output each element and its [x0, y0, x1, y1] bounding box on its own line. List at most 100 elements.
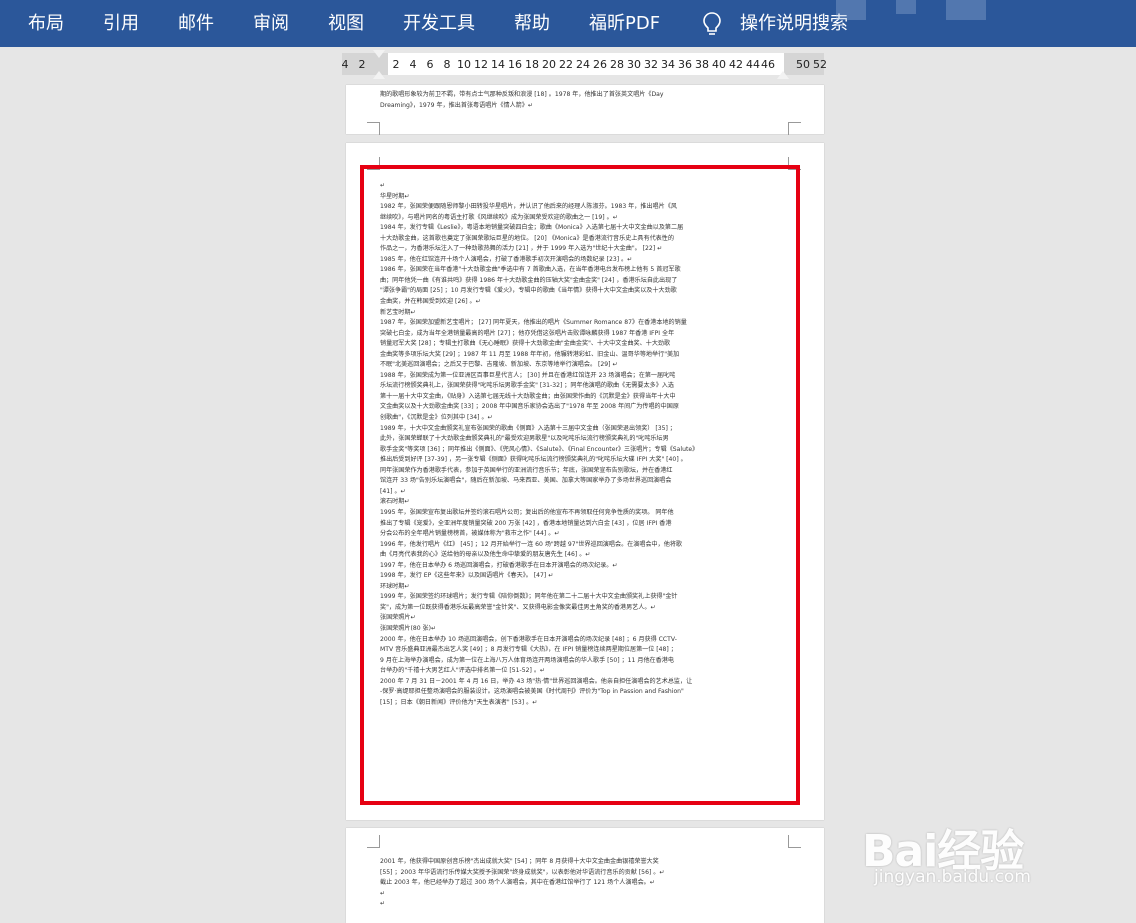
ribbon: 布局 引用 邮件 审阅 视图 开发工具 帮助 福昕PDF 操作说明搜索 [0, 0, 1136, 47]
ruler-tick-label: 4 [341, 58, 349, 71]
paragraph-line[interactable]: 1984 年，发行专辑《Leslie》，粤语本地销量突破四白金；歌曲《Monic… [380, 223, 792, 234]
baidu-jingyan-watermark: Bai经验 jingyan.baidu.com [862, 815, 1082, 900]
paragraph-line[interactable]: 截止 2003 年，他已经举办了超过 300 场个人演唱会，其中在香港红馆举行了… [380, 878, 792, 889]
paragraph-line[interactable]: -保罗·高缇耶担任整场演唱会的服装设计。这场演唱会被美国《时代周刊》评价为"To… [380, 687, 792, 698]
paragraph-line[interactable]: 2001 年，他获得中国原创音乐榜"杰出成就大奖" [54] ；同年 8 月获得… [380, 857, 792, 868]
paragraph-line[interactable]: 文金曲奖以及十大劲歌金曲奖 [33] ；2008 年中国音乐家协会选出了"197… [380, 402, 792, 413]
ribbon-tab[interactable]: 开发工具 [403, 0, 475, 47]
paragraph-line[interactable]: 分会公布的全年唱片销量榜榜首，被媒体称为"救市之作" [44] 。↵ [380, 529, 792, 540]
ruler-tick-label: 30 [627, 58, 641, 71]
ribbon-tab[interactable]: 审阅 [253, 0, 289, 47]
ruler-tick-label: 32 [644, 58, 658, 71]
ribbon-tab[interactable]: 引用 [103, 0, 139, 47]
paragraph-line[interactable]: [15] ；日本《朝日新闻》评价他为"天生表演者" [53] 。↵ [380, 698, 792, 709]
page-1-text[interactable]: 期的歌唱形象较为前卫不羁，带有点士气那种反叛和浪漫 [18] 。1978 年，他… [380, 90, 792, 111]
paragraph-line[interactable]: 第十一届十大中文金曲，《贴身》入选第七届无线十大劲歌金曲；由张国荣作曲的《沉默是… [380, 392, 792, 403]
paragraph-line[interactable]: 滚石时期↵ [380, 497, 792, 508]
paragraph-line[interactable]: 金曲奖等多项乐坛大奖 [29] ；1987 年 11 月至 1988 年年初，他… [380, 350, 792, 361]
ruler-tick-label: 24 [576, 58, 590, 71]
ruler-tick-label: 50 [796, 58, 810, 71]
ruler-tick-label: 14 [491, 58, 505, 71]
paragraph-line[interactable]: 继续吹》，与唱片同名的粤语主打歌《风继续吹》成为张国荣受欢迎的歌曲之一 [19]… [380, 213, 792, 224]
paragraph-line[interactable]: [55] ；2003 年华语流行乐传媒大奖授予张国荣"终身成就奖"，以表彰他对华… [380, 868, 792, 879]
paragraph-line[interactable]: 1988 年，张国荣成为第一位亚洲区百事巨星代言人； [30] 并且在香港红馆连… [380, 371, 792, 382]
ruler-tick-label: 22 [559, 58, 573, 71]
paragraph-line[interactable]: 1989 年，十大中文金曲颁奖礼宣布张国荣的歌曲《侧面》入选第十三届中文金曲（张… [380, 424, 792, 435]
paragraph-line[interactable]: 同年张国荣作为香港歌手代表，参加于英国举行的亚洲流行音乐节；年底，张国荣宣布告别… [380, 466, 792, 477]
paragraph-line[interactable]: 推出后受到好评 [37-39] ，另一张专辑《侧面》获得叱咤乐坛流行榜颁奖典礼的… [380, 455, 792, 466]
page-3-text[interactable]: 2001 年，他获得中国原创音乐榜"杰出成就大奖" [54] ；同年 8 月获得… [380, 857, 792, 910]
paragraph-line[interactable]: 创歌曲"，《沉默是金》位列其中 [34] 。↵ [380, 413, 792, 424]
paragraph-line[interactable]: ↵ [380, 889, 792, 900]
paragraph-line[interactable]: 1997 年，他在日本举办 6 场巡回演唱会，打破香港歌手在日本开演唱会的场次纪… [380, 561, 792, 572]
first-line-indent-marker[interactable] [373, 50, 385, 58]
watermark-url: jingyan.baidu.com [874, 867, 1031, 887]
paragraph-line[interactable]: 华星时期↵ [380, 192, 792, 203]
paragraph-line[interactable]: 十大劲歌金曲，这首歌也奠定了张国荣歌坛巨星的地位。 [20] 《Monica》是… [380, 234, 792, 245]
paragraph-line[interactable]: 乐坛流行榜颁奖典礼上，张国荣获得"叱咤乐坛男歌手金奖" [31-32] ；同年他… [380, 381, 792, 392]
paragraph-line[interactable]: 1999 年，张国荣签约环球唱片；发行专辑《陪你倒数》；同年他在第二十二届十大中… [380, 592, 792, 603]
ruler-tick-label: 34 [661, 58, 675, 71]
ribbon-tab[interactable]: 布局 [28, 0, 64, 47]
paragraph-line[interactable]: 张国荣照片↵ [380, 613, 792, 624]
ruler-tick-label: 12 [474, 58, 488, 71]
paragraph-line[interactable]: 奖"，成为第一位既获得香港乐坛最高荣誉"金针奖"、又获得电影金像奖最佳男主角奖的… [380, 603, 792, 614]
paragraph-line[interactable]: MTV 音乐盛典亚洲最杰出艺人奖 [49] ；8 月发行专辑《大热》，在 IFP… [380, 645, 792, 656]
right-indent-marker[interactable] [777, 71, 789, 79]
paragraph-line[interactable]: 新艺宝时期↵ [380, 308, 792, 319]
ruler-tick-label: 46 [761, 58, 775, 71]
paragraph-line[interactable]: 此外，张国荣蝉联了十大劲歌金曲颁奖典礼的"最受欢迎男歌星"以及叱咤乐坛流行榜颁奖… [380, 434, 792, 445]
ruler-tick-label: 10 [457, 58, 471, 71]
paragraph-line[interactable]: 2000 年 7 月 31 日－2001 年 4 月 16 日，举办 43 场"… [380, 677, 792, 688]
ruler-tick-label: 8 [443, 58, 451, 71]
lightbulb-icon[interactable] [702, 0, 722, 47]
ribbon-pattern-decoration [836, 0, 986, 20]
ribbon-tab[interactable]: 视图 [328, 0, 364, 47]
paragraph-line[interactable]: ↵ [380, 181, 792, 192]
paragraph-line[interactable]: 环球时期↵ [380, 582, 792, 593]
ruler-tick-label: 36 [678, 58, 692, 71]
paragraph-line[interactable]: 1987 年，张国荣加盟新艺宝唱片； [27] 同年夏天，他推出的唱片《Summ… [380, 318, 792, 329]
paragraph-line[interactable]: 2000 年，他在日本举办 10 场巡回演唱会，创下香港歌手在日本开演唱会的场次… [380, 635, 792, 646]
ruler-tick-label: 20 [542, 58, 556, 71]
ruler-tick-label: 6 [426, 58, 434, 71]
paragraph-line[interactable]: 1995 年，张国荣宣布复出歌坛并签约滚石唱片公司；复出后的他宣布不再领取任何竞… [380, 508, 792, 519]
tell-me-search[interactable]: 操作说明搜索 [740, 0, 848, 47]
document-page-3[interactable]: 2001 年，他获得中国原创音乐榜"杰出成就大奖" [54] ；同年 8 月获得… [346, 828, 824, 923]
paragraph-line[interactable]: Dreaming》，1979 年，推出首张粤语唱片《情人箭》↵ [380, 101, 792, 112]
ruler-tick-label: 26 [593, 58, 607, 71]
paragraph-line[interactable]: 推出了专辑《宠爱》，全亚洲年度销量突破 200 万张 [42] ，香港本地销量达… [380, 519, 792, 530]
ribbon-tab[interactable]: 邮件 [178, 0, 214, 47]
page-2-text[interactable]: ↵ 华星时期↵ 1982 年，张国荣便跟随恩师黎小田转投华星唱片，并认识了他后来的经… [380, 181, 792, 708]
paragraph-line[interactable]: 9 月在上海举办演唱会，成为第一位在上海八万人体育场连开两场演唱会的华人歌手 [… [380, 656, 792, 667]
paragraph-line[interactable]: 1985 年，他在红馆连开十场个人演唱会，打破了香港歌手初次开演唱会的场数纪录 … [380, 255, 792, 266]
paragraph-line[interactable]: 曲；同年他凭一曲《有谁共鸣》获得 1986 年十大劲歌金曲的压轴大奖"金曲金奖"… [380, 276, 792, 287]
paragraph-line[interactable]: 1996 年，他发行唱片《红》 [45] ；12 月开始举行一连 60 场"跨越… [380, 540, 792, 551]
paragraph-line[interactable]: 馆连开 33 场"告别乐坛演唱会"，随后在新加坡、马来西亚、美国、加拿大等国家举… [380, 476, 792, 487]
paragraph-line[interactable]: 1998 年，发行 EP《这些年来》以及国语唱片《春天》。 [47] ↵ [380, 571, 792, 582]
ribbon-tab[interactable]: 福昕PDF [589, 0, 660, 47]
paragraph-line[interactable]: "谭张争霸"的局面 [25] ；10 月发行专辑《爱火》，专辑中的歌曲《当年情》… [380, 286, 792, 297]
paragraph-line[interactable]: 台举办的"千禧十大男艺红人"评选中排名第一位 [51-52] 。↵ [380, 666, 792, 677]
ribbon-tab[interactable]: 帮助 [514, 0, 550, 47]
hanging-indent-marker[interactable] [373, 71, 385, 79]
paragraph-line[interactable]: 金曲奖，并在韩国受到欢迎 [26] 。↵ [380, 297, 792, 308]
paragraph-line[interactable]: [41] 。↵ [380, 487, 792, 498]
paragraph-line[interactable]: 作品之一，为香港乐坛注入了一种劲歌热舞的活力 [21] ，并于 1999 年入选… [380, 244, 792, 255]
paragraph-line[interactable]: 1982 年，张国荣便跟随恩师黎小田转投华星唱片，并认识了他后来的经理人陈淑芬。… [380, 202, 792, 213]
paragraph-line[interactable]: 曲《月亮代表我的心》送给他的母亲以及他生命中挚爱的朋友唐先生 [46] 。↵ [380, 550, 792, 561]
paragraph-line[interactable]: ↵ [380, 899, 792, 910]
document-page-1[interactable]: 期的歌唱形象较为前卫不羁，带有点士气那种反叛和浪漫 [18] 。1978 年，他… [346, 85, 824, 135]
paragraph-line[interactable]: 1986 年，张国荣在当年香港"十大劲歌金曲"季选中有 7 首歌曲入选，在当年香… [380, 265, 792, 276]
ruler-tick-label: 4 [409, 58, 417, 71]
ruler-tick-label: 28 [610, 58, 624, 71]
horizontal-ruler[interactable]: 4 2 2 4 6 8 10 12 14 16 18 20 22 24 26 28 30 32 34 36 38 40 42… [0, 47, 1136, 85]
paragraph-line[interactable]: 歌手金奖"等奖项 [36] ；同年推出《侧面》、《兜风心情》、《Salute》、… [380, 445, 792, 456]
paragraph-line[interactable]: 不眠"北美巡回演唱会；之后又于巴黎、吉隆坡、新加坡、东京等地举行演唱会。 [29… [380, 360, 792, 371]
paragraph-line[interactable]: 张国荣照片(80 张)↵ [380, 624, 792, 635]
document-page-2[interactable]: ↵ 华星时期↵ 1982 年，张国荣便跟随恩师黎小田转投华星唱片，并认识了他后来的经… [346, 143, 824, 820]
ruler-tick-label: 2 [392, 58, 400, 71]
paragraph-line[interactable]: 期的歌唱形象较为前卫不羁，带有点士气那种反叛和浪漫 [18] 。1978 年，他… [380, 90, 792, 101]
paragraph-line[interactable]: 突破七白金，成为当年全港销量最高的唱片 [27] ；他亦凭借这张唱片击败谭咏麟获… [380, 329, 792, 340]
paragraph-line[interactable]: 销量冠军大奖 [28] ；专辑主打歌曲《无心睡眠》获得十大劲歌金曲"金曲金奖"、… [380, 339, 792, 350]
